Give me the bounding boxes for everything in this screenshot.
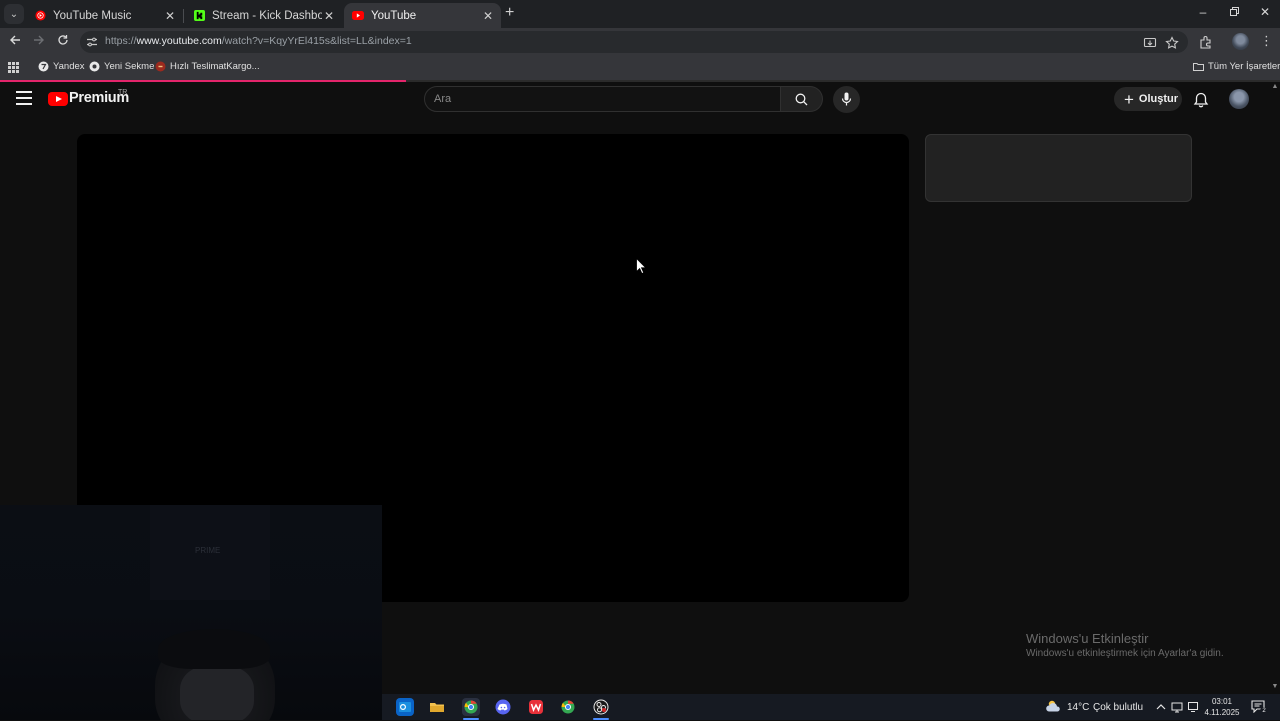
youtube-icon (352, 10, 364, 22)
bookmarks-bar: Yandex Yeni Sekme Hızlı TeslimatKargo...… (0, 56, 1280, 80)
chrome-icon[interactable] (462, 698, 480, 716)
show-hidden-icons-chevron-up-icon[interactable] (1155, 701, 1167, 713)
tab-search-button[interactable]: ⌄ (4, 4, 24, 24)
youtube-logo-icon[interactable] (48, 92, 68, 106)
file-explorer-icon[interactable] (428, 698, 446, 716)
bookmark-hizli-teslimat[interactable]: Hızlı TeslimatKargo... (155, 61, 260, 72)
close-icon[interactable]: ✕ (322, 9, 336, 23)
obs-icon[interactable] (592, 698, 610, 716)
browser-menu-icon[interactable]: ⋮ (1260, 34, 1273, 48)
tab-youtube-music[interactable]: YouTube Music ✕ (26, 3, 183, 28)
mouse-cursor-icon (636, 258, 646, 274)
search-icon (795, 93, 808, 106)
arrow-left-icon (10, 35, 20, 45)
windows-activation-subtitle: Windows'u etkinleştirmek için Ayarlar'a … (1026, 648, 1224, 659)
weather-temperature[interactable]: 14°C (1067, 702, 1089, 713)
browser-toolbar: https://www.youtube.com/watch?v=KqyYrEl4… (0, 28, 1280, 56)
browser-tab-strip: ⌄ YouTube Music ✕ Stream - Kick Dashboar… (0, 0, 1280, 28)
display-icon[interactable] (1187, 701, 1199, 713)
create-button[interactable]: + Oluştur (1114, 87, 1182, 111)
site-info-icon[interactable] (86, 36, 98, 48)
scroll-up-arrow-icon[interactable]: ▲ (1270, 83, 1280, 90)
kick-icon (193, 10, 205, 22)
reload-icon (58, 35, 68, 45)
windows-taskbar (382, 694, 1280, 720)
install-app-icon[interactable] (1143, 36, 1157, 50)
forward-button[interactable] (31, 34, 47, 50)
plus-icon: + (505, 4, 515, 21)
tab-title: YouTube (371, 9, 417, 22)
search-button[interactable] (781, 86, 823, 112)
webcam-person-face (180, 665, 254, 720)
chrome-icon (89, 61, 100, 72)
voice-search-button[interactable] (833, 86, 860, 113)
minimize-button[interactable]: – (1193, 5, 1213, 19)
folder-icon (1193, 63, 1204, 71)
webcam-overlay: PRIME (0, 505, 382, 720)
arrow-right-icon (34, 35, 44, 45)
microphone-icon (841, 92, 852, 106)
cargo-icon (155, 61, 166, 72)
chevron-down-icon: ⌄ (9, 8, 19, 20)
address-bar[interactable]: https://www.youtube.com/watch?v=KqyYrEl4… (80, 31, 1188, 53)
search-placeholder: Ara (434, 93, 452, 105)
sidebar-loading-placeholder (925, 134, 1192, 202)
apps-grid-icon[interactable] (8, 62, 19, 73)
profile-avatar-icon[interactable] (1232, 33, 1249, 50)
close-icon[interactable]: ✕ (163, 9, 177, 23)
window-close-button[interactable]: ✕ (1255, 5, 1275, 19)
discord-icon[interactable] (494, 698, 512, 716)
plus-icon: + (1123, 89, 1134, 109)
menu-hamburger-icon[interactable] (16, 91, 32, 109)
extensions-icon[interactable] (1199, 35, 1213, 49)
windows-activation-title: Windows'u Etkinleştir (1026, 631, 1149, 646)
yandex-icon (38, 61, 49, 72)
restore-icon (1229, 7, 1239, 16)
search-input[interactable]: Ara (424, 86, 781, 112)
taskbar-clock[interactable]: 03:01 4.11.2025 (1203, 696, 1241, 718)
cloudy-weather-icon[interactable] (1045, 699, 1063, 713)
chrome-icon[interactable] (559, 698, 577, 716)
back-button[interactable] (7, 34, 23, 50)
network-icon[interactable] (1171, 701, 1183, 713)
outlook-icon[interactable] (396, 698, 414, 716)
bookmark-star-icon[interactable] (1165, 36, 1179, 50)
tab-kick-dashboard[interactable]: Stream - Kick Dashboard ✕ (185, 3, 342, 28)
youtube-header: Premium TR Ara + Oluştur (0, 82, 1270, 117)
bookmark-yeni-sekme[interactable]: Yeni Sekme (89, 61, 154, 72)
url-text: https://www.youtube.com/watch?v=KqyYrEl4… (105, 35, 412, 47)
new-tab-button[interactable]: + (505, 5, 519, 21)
weather-description[interactable]: Çok bulutlu (1093, 702, 1143, 713)
webcam-background-text: PRIME (195, 546, 221, 555)
notification-count-badge: 2 (1260, 707, 1268, 715)
restore-button[interactable] (1224, 5, 1244, 19)
youtube-music-icon (34, 10, 46, 22)
tab-title: Stream - Kick Dashboard (212, 9, 322, 22)
all-bookmarks-folder[interactable]: Tüm Yer İşaretleri (1193, 61, 1280, 72)
create-label: Oluştur (1138, 93, 1179, 105)
scroll-down-arrow-icon[interactable]: ▼ (1270, 683, 1280, 690)
account-avatar[interactable] (1229, 89, 1249, 109)
wps-office-icon[interactable] (527, 698, 545, 716)
reload-button[interactable] (55, 34, 71, 50)
region-code: TR (118, 89, 128, 96)
tab-divider (183, 9, 184, 23)
bookmark-yandex[interactable]: Yandex (38, 61, 85, 72)
webcam-person-hair (158, 629, 270, 669)
notifications-bell-icon[interactable] (1193, 92, 1209, 108)
clock-time: 03:01 (1211, 697, 1233, 706)
clock-date: 4.11.2025 (1204, 708, 1240, 717)
close-icon[interactable]: ✕ (481, 9, 495, 23)
tab-youtube[interactable]: YouTube ✕ (344, 3, 501, 28)
tab-title: YouTube Music (53, 9, 132, 22)
